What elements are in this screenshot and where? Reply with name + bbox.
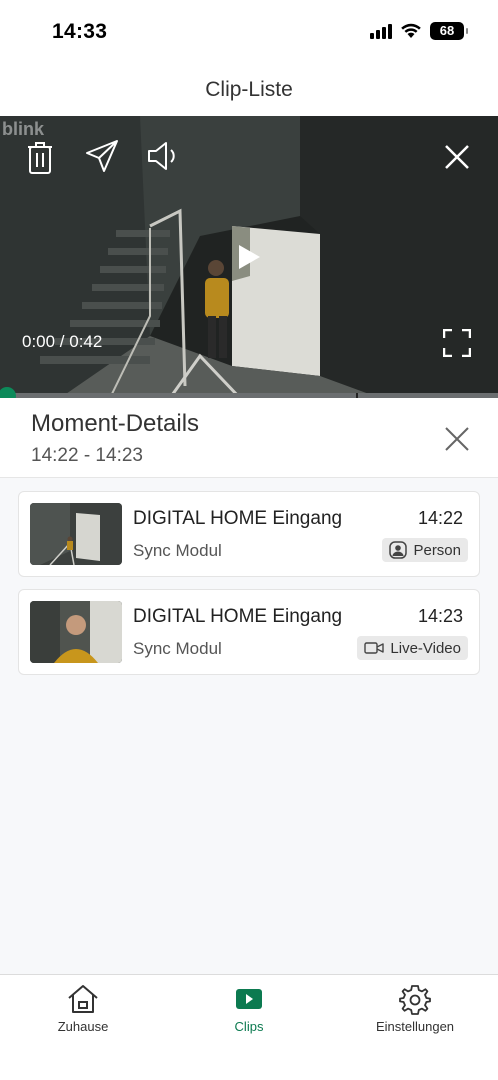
clip-badge: Live-Video xyxy=(357,636,468,660)
blink-watermark: blink xyxy=(2,119,45,139)
speaker-icon xyxy=(148,142,175,170)
trash-button[interactable] xyxy=(20,138,60,178)
clip-source: Sync Modul xyxy=(133,639,222,658)
clip-camera-name: DIGITAL HOME Eingang xyxy=(133,606,343,627)
close-icon xyxy=(445,427,469,451)
clip-card[interactable]: DIGITAL HOME Eingang 14:22 Sync Modul Pe… xyxy=(18,491,480,577)
nav-header: Clip-Liste xyxy=(0,64,498,116)
clips-play-icon xyxy=(236,989,262,1009)
clip-time: 14:22 xyxy=(417,508,463,528)
gear-icon xyxy=(399,985,431,1015)
mute-button[interactable] xyxy=(144,136,184,176)
cellular-signal-icon xyxy=(370,23,392,39)
page-title: Clip-Liste xyxy=(205,78,293,101)
video-time: 0:00 / 0:42 xyxy=(22,332,103,351)
clip-source: Sync Modul xyxy=(133,541,222,560)
tab-zuhause[interactable]: Zuhause xyxy=(13,983,153,1034)
tab-label: Einstellungen xyxy=(375,1019,455,1034)
play-icon xyxy=(239,245,260,269)
clip-thumbnail xyxy=(30,503,122,565)
clip-card[interactable]: DIGITAL HOME Eingang 14:23 Sync Modul Li… xyxy=(18,589,480,675)
play-button[interactable] xyxy=(229,237,269,277)
close-moment-button[interactable] xyxy=(440,422,474,456)
close-video-button[interactable] xyxy=(437,137,477,177)
status-time: 14:33 xyxy=(52,20,108,43)
tab-label: Clips xyxy=(234,1019,264,1034)
tab-einstellungen[interactable]: Einstellungen xyxy=(345,983,485,1034)
share-button[interactable] xyxy=(82,136,122,176)
video-player[interactable]: blink 0:00 / 0:42 xyxy=(0,116,498,398)
tab-label: Zuhause xyxy=(57,1019,109,1034)
clip-badge-label: Person xyxy=(413,541,461,559)
person-icon xyxy=(389,541,408,559)
clip-camera-name: DIGITAL HOME Eingang xyxy=(133,508,343,529)
clip-thumbnail xyxy=(30,601,122,663)
clip-badge: Person xyxy=(382,538,468,562)
fullscreen-icon xyxy=(443,329,471,357)
home-icon xyxy=(68,985,98,1013)
battery-icon: 68 xyxy=(430,22,468,40)
moment-details: Moment-Details 14:22 - 14:23 xyxy=(0,398,498,478)
tab-bar: Zuhause Clips Einstellungen xyxy=(0,974,498,1080)
clip-badge-label: Live-Video xyxy=(390,639,461,657)
close-icon xyxy=(445,145,469,169)
status-bar: 14:33 68 xyxy=(0,0,498,64)
tab-clips[interactable]: Clips xyxy=(179,983,319,1034)
clip-time: 14:23 xyxy=(417,606,463,626)
send-icon xyxy=(86,140,118,172)
video-camera-icon xyxy=(364,642,385,654)
moment-time-range: 14:22 - 14:23 xyxy=(31,445,143,466)
moment-title: Moment-Details xyxy=(31,410,200,437)
wifi-icon xyxy=(401,23,421,38)
fullscreen-button[interactable] xyxy=(437,323,477,363)
status-icons: 68 xyxy=(370,22,468,40)
trash-icon xyxy=(28,142,52,174)
